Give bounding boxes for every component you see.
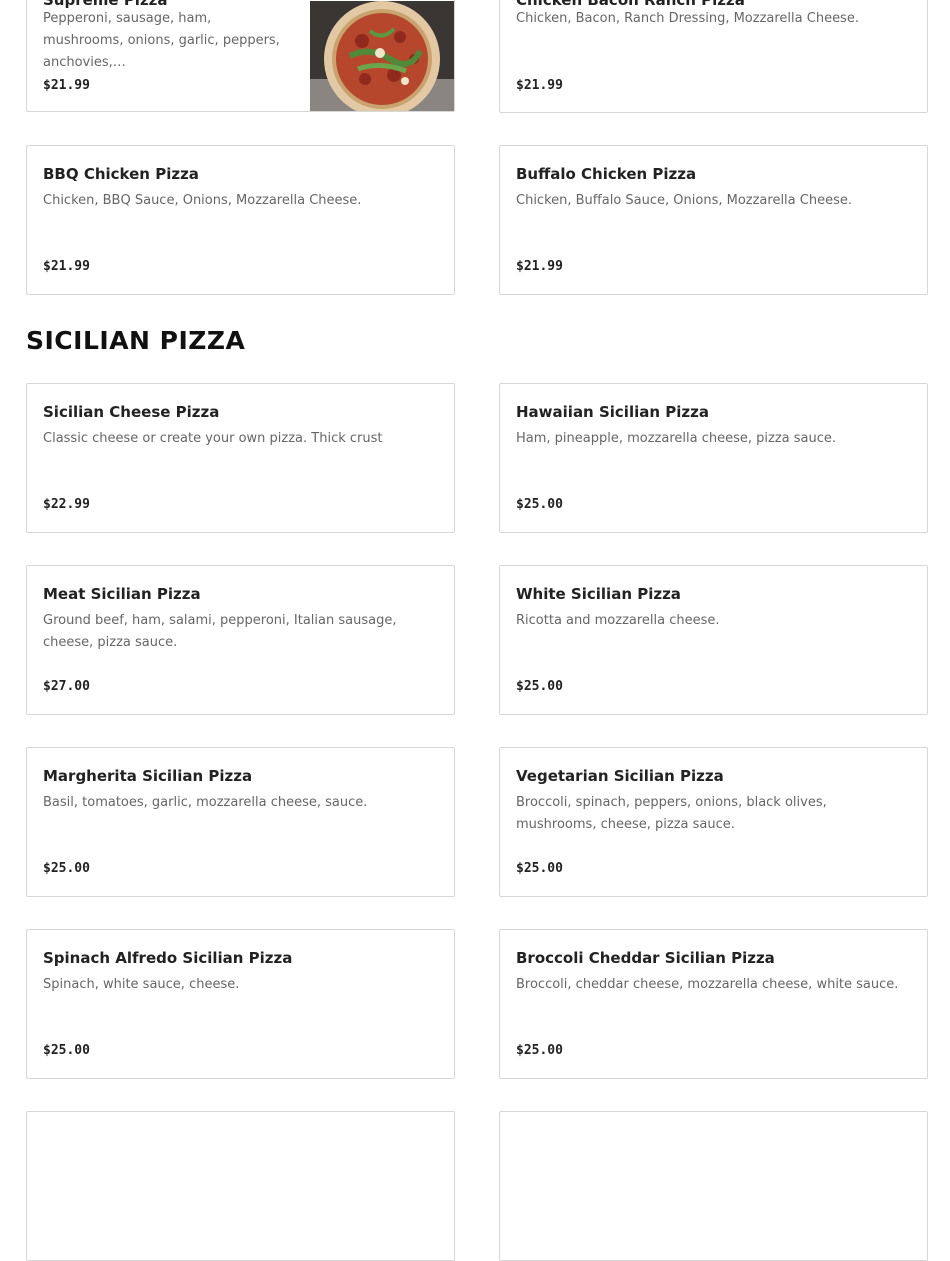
menu-item-price: $27.00 xyxy=(43,679,90,694)
menu-item-price: $25.00 xyxy=(43,861,90,876)
menu-item-description: Ground beef, ham, salami, pepperoni, Ita… xyxy=(43,613,397,650)
menu-item-description: Spinach, white sauce, cheese. xyxy=(43,977,240,992)
section-title: SICILIAN PIZZA xyxy=(26,326,246,355)
menu-item-card[interactable]: Sicilian Cheese Pizza Classic cheese or … xyxy=(26,383,455,533)
menu-item-price: $25.00 xyxy=(516,1043,563,1058)
menu-item-price: $25.00 xyxy=(516,679,563,694)
menu-item-description: Chicken, Bacon, Ranch Dressing, Mozzarel… xyxy=(516,11,859,26)
menu-item-description: Chicken, BBQ Sauce, Onions, Mozzarella C… xyxy=(43,193,362,208)
menu-item-name: Buffalo Chicken Pizza xyxy=(516,165,697,183)
menu-item-name: Sicilian Cheese Pizza xyxy=(43,403,220,421)
menu-item-name: Margherita Sicilian Pizza xyxy=(43,767,253,785)
menu-item-description: Classic cheese or create your own pizza.… xyxy=(43,431,383,446)
menu-item-card[interactable] xyxy=(26,1111,455,1261)
menu-item-card[interactable]: Supreme Pizza Pepperoni, sausage, ham, m… xyxy=(26,0,455,112)
menu-item-price: $25.00 xyxy=(516,861,563,876)
menu-item-name: Broccoli Cheddar Sicilian Pizza xyxy=(516,949,775,967)
menu-item-card[interactable]: Spinach Alfredo Sicilian Pizza Spinach, … xyxy=(26,929,455,1079)
menu-item-description: Broccoli, cheddar cheese, mozzarella che… xyxy=(516,977,899,992)
menu-item-card[interactable]: Vegetarian Sicilian Pizza Broccoli, spin… xyxy=(499,747,928,897)
menu-item-name: BBQ Chicken Pizza xyxy=(43,165,199,183)
menu-item-price: $21.99 xyxy=(516,78,563,93)
menu-item-name: Vegetarian Sicilian Pizza xyxy=(516,767,724,785)
menu-item-card[interactable]: Meat Sicilian Pizza Ground beef, ham, sa… xyxy=(26,565,455,715)
pizza-photo xyxy=(310,1,454,111)
menu-item-price: $25.00 xyxy=(516,497,563,512)
menu-item-description: Broccoli, spinach, peppers, onions, blac… xyxy=(516,795,827,832)
menu-item-card[interactable]: Margherita Sicilian Pizza Basil, tomatoe… xyxy=(26,747,455,897)
menu-item-card[interactable] xyxy=(499,1111,928,1261)
menu-item-price: $21.99 xyxy=(516,259,563,274)
menu-item-card[interactable]: BBQ Chicken Pizza Chicken, BBQ Sauce, On… xyxy=(26,145,455,295)
menu-item-card[interactable]: Broccoli Cheddar Sicilian Pizza Broccoli… xyxy=(499,929,928,1079)
menu-item-name: White Sicilian Pizza xyxy=(516,585,681,603)
menu-item-price: $22.99 xyxy=(43,497,90,512)
menu-item-price: $25.00 xyxy=(43,1043,90,1058)
menu-item-description: Chicken, Buffalo Sauce, Onions, Mozzarel… xyxy=(516,193,852,208)
menu-item-description: Ham, pineapple, mozzarella cheese, pizza… xyxy=(516,431,837,446)
menu-item-card[interactable]: Hawaiian Sicilian Pizza Ham, pineapple, … xyxy=(499,383,928,533)
menu-item-description: Pepperoni, sausage, ham, mushrooms, onio… xyxy=(43,11,280,70)
menu-item-name: Meat Sicilian Pizza xyxy=(43,585,201,603)
menu-item-description: Basil, tomatoes, garlic, mozzarella chee… xyxy=(43,795,368,810)
menu-item-name: Hawaiian Sicilian Pizza xyxy=(516,403,709,421)
menu-item-price: $21.99 xyxy=(43,78,90,93)
menu-item-price: $21.99 xyxy=(43,259,90,274)
menu-item-card[interactable]: White Sicilian Pizza Ricotta and mozzare… xyxy=(499,565,928,715)
menu-item-card[interactable]: Chicken Bacon Ranch Pizza Chicken, Bacon… xyxy=(499,0,928,113)
menu-item-description: Ricotta and mozzarella cheese. xyxy=(516,613,720,628)
menu-item-card[interactable]: Buffalo Chicken Pizza Chicken, Buffalo S… xyxy=(499,145,928,295)
menu-item-name: Spinach Alfredo Sicilian Pizza xyxy=(43,949,293,967)
